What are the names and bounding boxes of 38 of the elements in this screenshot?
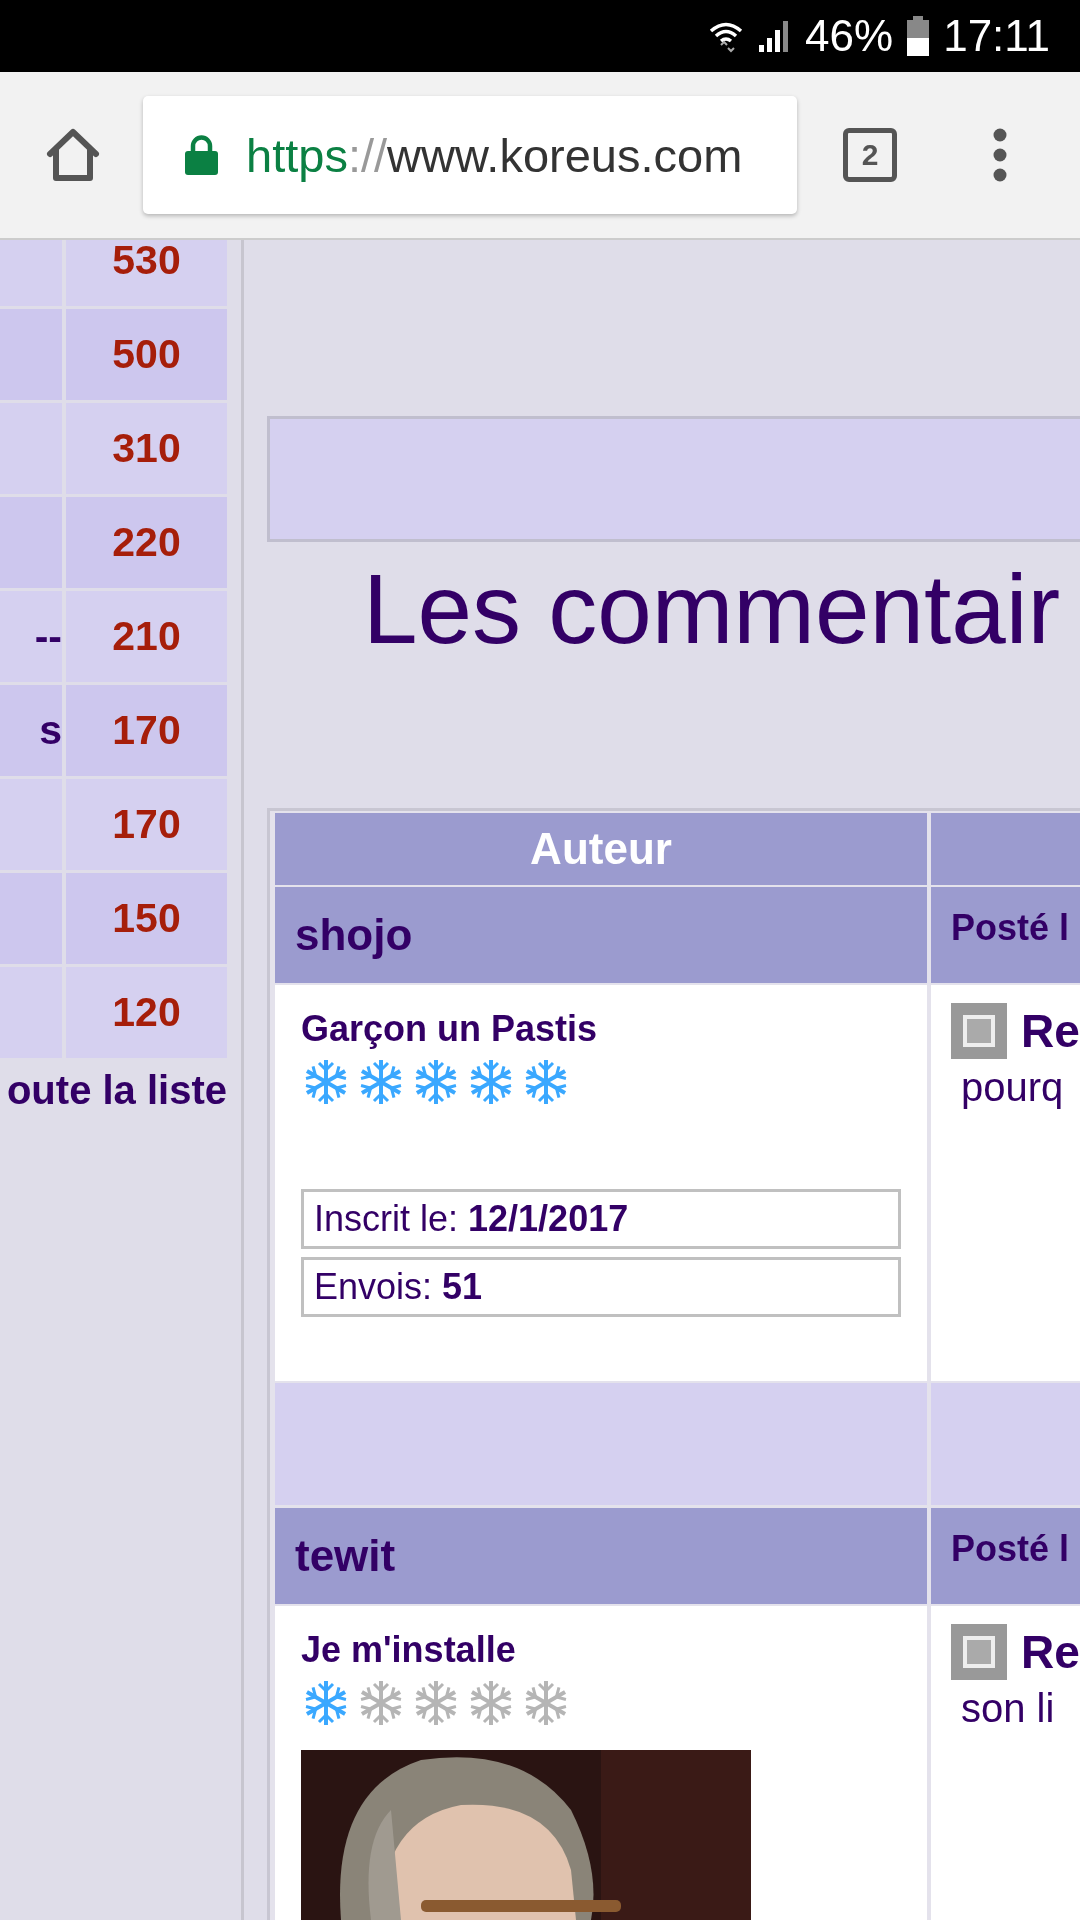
post-title: Re <box>1021 1624 1080 1679</box>
battery-level: 46% <box>805 11 894 61</box>
posted-label: Posté l <box>931 1507 1080 1604</box>
home-icon[interactable] <box>45 127 101 183</box>
user-info-field: Inscrit le: 12/1/2017 <box>301 1189 901 1250</box>
user-rank: Je m'installe <box>301 1627 516 1672</box>
score-cell: 220 <box>66 497 227 588</box>
posted-label: Posté l <box>931 887 1080 984</box>
tab-switcher-button[interactable]: 2 <box>843 128 897 182</box>
score-cell: 530 <box>66 240 227 306</box>
battery-icon <box>907 16 930 56</box>
clock: 17:11 <box>943 11 1050 61</box>
post-text: son li <box>961 1685 1056 1731</box>
score-cell: 310 <box>66 403 227 494</box>
menu-icon[interactable] <box>993 128 1007 182</box>
post-title: Re <box>1021 1004 1080 1059</box>
score-cell: 210 <box>66 591 227 682</box>
score-cell: 120 <box>66 967 227 1058</box>
score-cell: 170 <box>66 779 227 870</box>
url-text: https://www.koreus.com <box>246 127 743 183</box>
post-text: pourq <box>961 1065 1065 1111</box>
author-name[interactable]: shojo <box>275 887 927 984</box>
user-rank: Garçon un Pastis <box>301 1007 598 1052</box>
score-cell: 170 <box>66 685 227 776</box>
user-info-field: Envois: 51 <box>301 1257 901 1318</box>
lock-icon <box>185 135 218 175</box>
name-cell: -- <box>0 591 62 682</box>
full-list-link[interactable]: oute la liste <box>0 1068 227 1112</box>
name-cell <box>0 240 62 306</box>
page-heading: Les commentair <box>362 553 1062 666</box>
score-cell: 150 <box>66 873 227 964</box>
column-header: Auteur <box>275 813 927 885</box>
score-cell: 500 <box>66 309 227 400</box>
name-cell: s <box>0 685 62 776</box>
image-placeholder-icon <box>951 1623 1007 1680</box>
image-placeholder-icon <box>951 1003 1007 1060</box>
author-name[interactable]: tewit <box>275 1507 927 1604</box>
address-bar[interactable]: https://www.koreus.com <box>143 96 797 214</box>
